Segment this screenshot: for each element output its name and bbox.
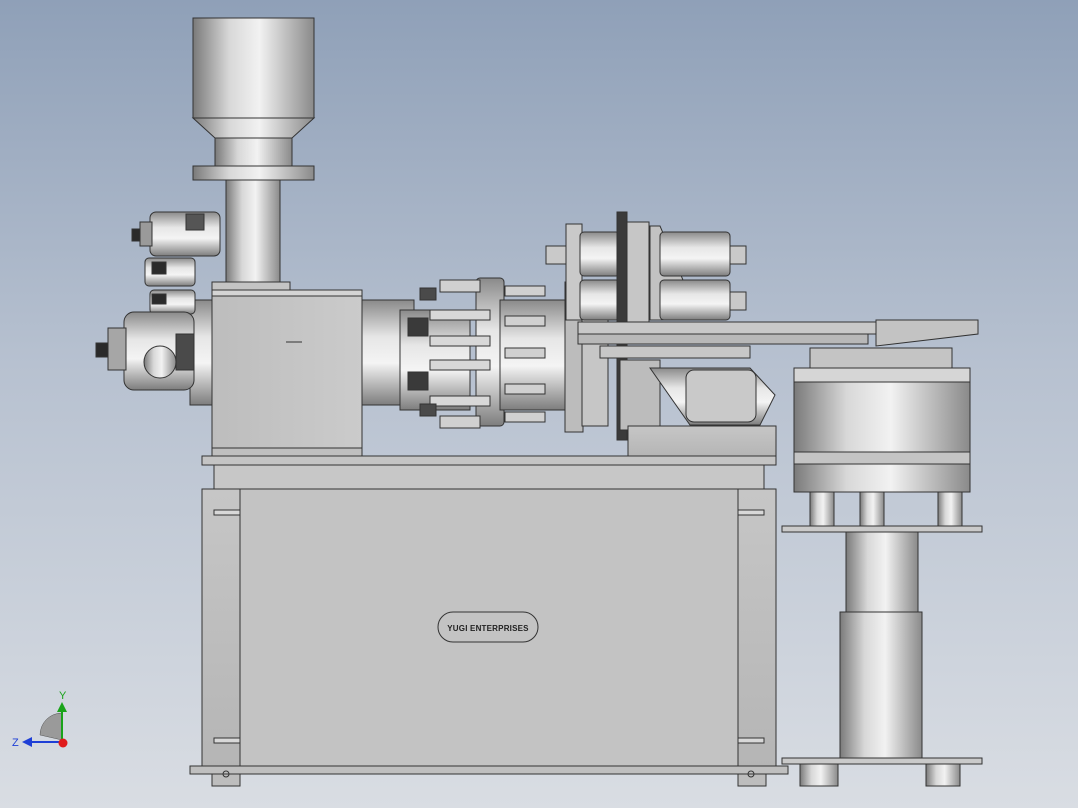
orientation-triad[interactable]: Y Z [12, 690, 68, 749]
conveyor-arm[interactable] [577, 319, 979, 347]
z-axis-label: Z [12, 737, 19, 749]
y-axis-label: Y [59, 690, 67, 702]
cad-viewport[interactable]: YUGI ENTERPRISES Y Z [0, 0, 1078, 808]
nameplate-label: YUGI ENTERPRISES [447, 624, 529, 633]
machine-assembly-model[interactable]: YUGI ENTERPRISES Y Z [0, 0, 1078, 808]
x-axis-icon [58, 738, 68, 748]
coiler-drum[interactable] [781, 347, 983, 787]
extruder-head[interactable] [189, 281, 415, 458]
base-cabinet[interactable] [189, 455, 789, 787]
